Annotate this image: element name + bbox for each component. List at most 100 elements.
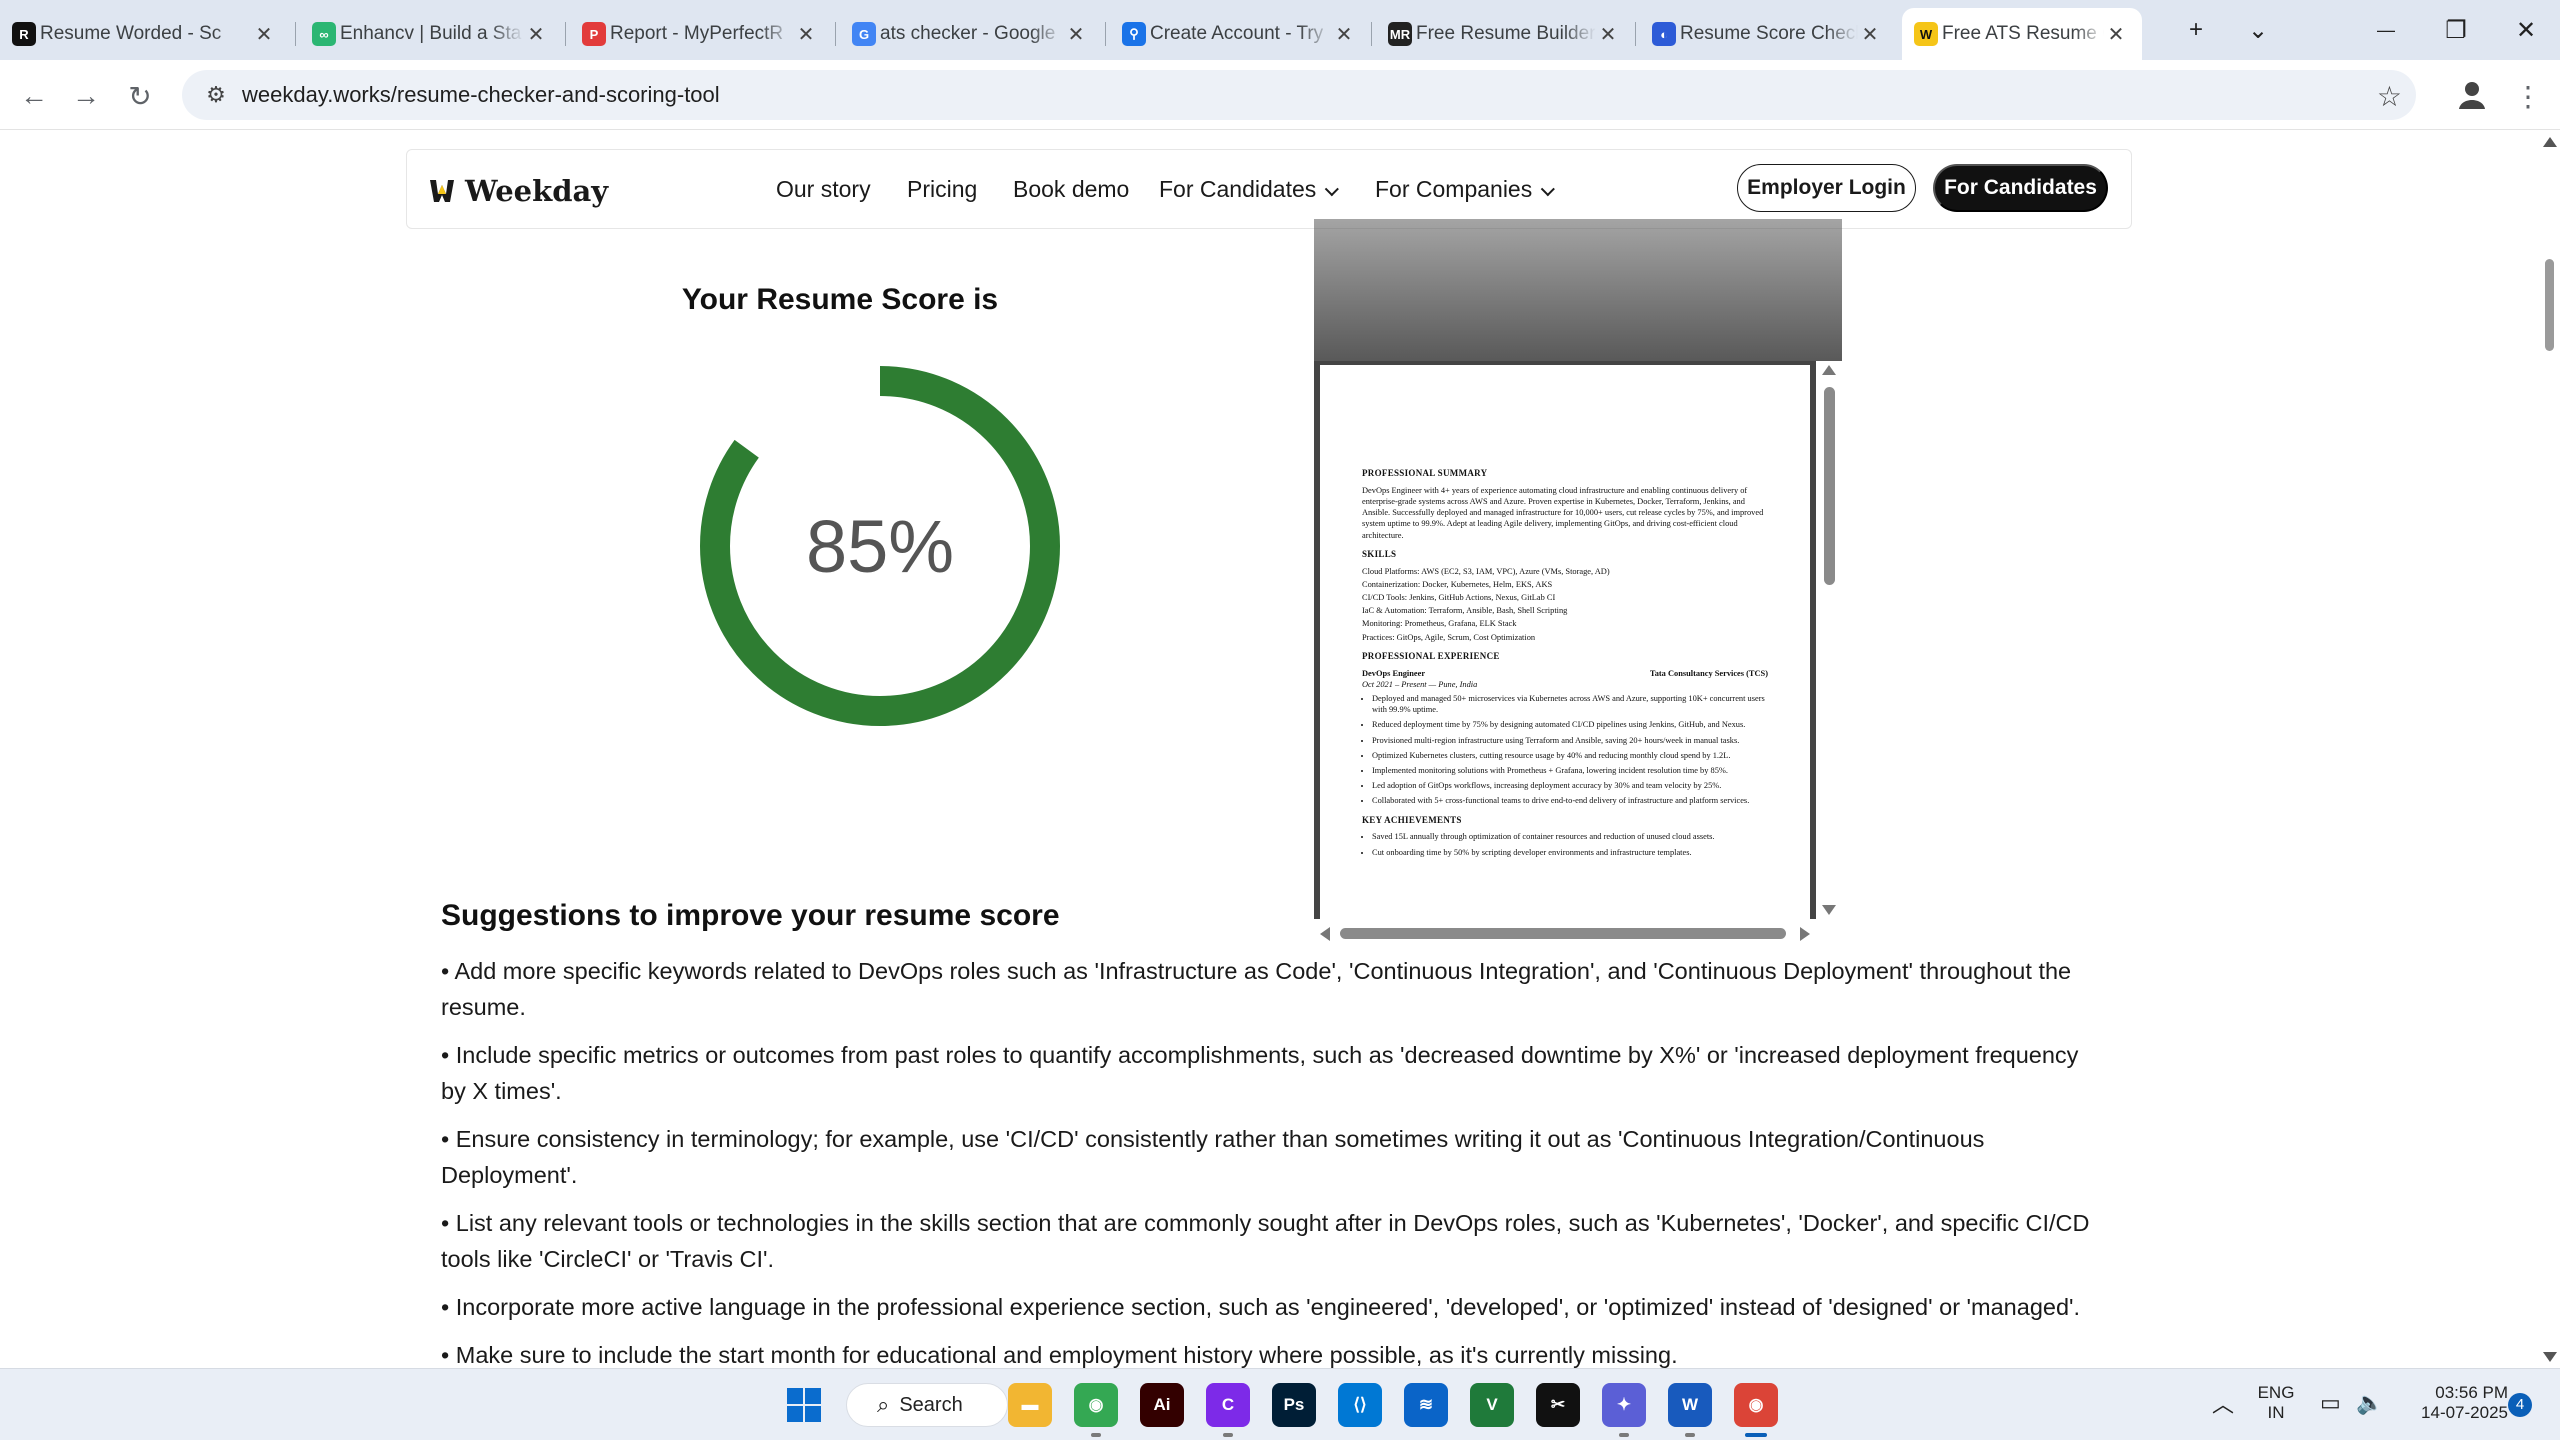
suggestions-list: • Add more specific keywords related to … xyxy=(441,953,2540,1368)
browser-tab[interactable]: R Resume Worded - Sc ✕ xyxy=(0,8,290,60)
reload-icon[interactable]: ↻ xyxy=(120,76,160,116)
scroll-up-arrow-icon[interactable] xyxy=(1822,365,1836,375)
tab-title: Free ATS Resume Ch xyxy=(1942,23,2104,44)
network-icon[interactable]: ▭ xyxy=(2320,1392,2341,1414)
copilot-icon[interactable]: ✦ xyxy=(1602,1383,1646,1427)
tab-favicon-icon: W xyxy=(1914,22,1938,46)
notification-badge[interactable]: 4 xyxy=(2508,1393,2532,1417)
preview-horizontal-scrollbar[interactable] xyxy=(1314,919,1816,947)
running-indicator xyxy=(1685,1433,1695,1437)
resume-achievements-list: Saved 15L annually through optimization … xyxy=(1362,831,1768,857)
tab-close-icon[interactable]: ✕ xyxy=(1332,22,1356,47)
chrome-active-icon[interactable]: ◉ xyxy=(1734,1383,1778,1427)
suggestion-item: • List any relevant tools or technologie… xyxy=(441,1210,2090,1272)
resume-skill-line: Containerization: Docker, Kubernetes, He… xyxy=(1362,579,1553,589)
nav-pricing[interactable]: Pricing xyxy=(907,176,977,203)
resume-skills-heading: SKILLS xyxy=(1362,548,1397,559)
tab-close-icon[interactable]: ✕ xyxy=(524,22,548,47)
tab-close-icon[interactable]: ✕ xyxy=(794,22,818,47)
azure-data-studio-icon[interactable]: ≋ xyxy=(1404,1383,1448,1427)
bookmark-star-icon[interactable]: ☆ xyxy=(2377,80,2402,113)
tab-close-icon[interactable]: ✕ xyxy=(1858,22,1882,47)
tab-title: Resume Score Check xyxy=(1680,23,1858,44)
browser-tab[interactable]: ∞ Enhancv | Build a Sta ✕ xyxy=(300,8,562,60)
site-settings-icon[interactable]: ⚙ xyxy=(194,82,238,108)
employer-login-button[interactable]: Employer Login xyxy=(1737,164,1916,212)
scroll-up-arrow-icon[interactable] xyxy=(2543,137,2557,147)
nav-for-companies[interactable]: For Companies xyxy=(1375,176,1556,203)
forward-icon[interactable]: → xyxy=(66,76,106,116)
browser-tab[interactable]: MR Free Resume Builder ✕ xyxy=(1376,8,1634,60)
tab-close-icon[interactable]: ✕ xyxy=(2104,22,2128,47)
address-bar[interactable]: ⚙ weekday.works/resume-checker-and-scori… xyxy=(182,70,2416,120)
suggestion-item: • Ensure consistency in terminology; for… xyxy=(441,1126,1985,1188)
tab-separator xyxy=(1635,22,1636,46)
profile-avatar[interactable] xyxy=(2452,74,2492,114)
nav-our-story[interactable]: Our story xyxy=(776,176,871,203)
scroll-thumb[interactable] xyxy=(1824,387,1835,585)
windows-start-icon[interactable] xyxy=(782,1383,826,1427)
back-icon[interactable]: ← xyxy=(14,76,54,116)
scroll-thumb[interactable] xyxy=(2545,259,2554,351)
for-candidates-button[interactable]: For Candidates xyxy=(1933,164,2108,212)
url-text[interactable]: weekday.works/resume-checker-and-scoring… xyxy=(242,82,720,108)
vim-icon[interactable]: V xyxy=(1470,1383,1514,1427)
scroll-down-arrow-icon[interactable] xyxy=(1822,905,1836,915)
photoshop-icon[interactable]: Ps xyxy=(1272,1383,1316,1427)
close-window-icon[interactable]: ✕ xyxy=(2496,8,2556,52)
scroll-thumb[interactable] xyxy=(1340,928,1786,939)
search-icon: ⌕ xyxy=(877,1392,890,1417)
word-icon[interactable]: W xyxy=(1668,1383,1712,1427)
browser-tab[interactable]: ⚲ Create Account - Try ✕ xyxy=(1110,8,1370,60)
suggestion-item: • Make sure to include the start month f… xyxy=(441,1342,1678,1368)
tab-close-icon[interactable]: ✕ xyxy=(1064,22,1088,47)
browser-toolbar: ← → ↻ ⚙ weekday.works/resume-checker-and… xyxy=(0,60,2560,130)
browser-tab[interactable]: Gats checker - Google ✕ xyxy=(840,8,1102,60)
preview-overlay xyxy=(1314,219,1842,361)
taskbar-search[interactable]: ⌕ Search xyxy=(846,1383,1008,1427)
chrome-icon[interactable]: ◉ xyxy=(1074,1383,1118,1427)
resume-achievement: Saved 15L annually through optimization … xyxy=(1372,831,1768,842)
language-indicator[interactable]: ENG IN xyxy=(2254,1383,2298,1423)
taskbar-search-label: Search xyxy=(899,1393,963,1416)
canva-icon[interactable]: C xyxy=(1206,1383,1250,1427)
browser-menu-icon[interactable]: ⋮ xyxy=(2508,76,2548,116)
browser-tab[interactable]: WFree ATS Resume Ch✕ xyxy=(1902,8,2142,60)
scroll-left-arrow-icon[interactable] xyxy=(1320,927,1330,941)
tab-separator xyxy=(1105,22,1106,46)
new-tab-icon[interactable]: + xyxy=(2166,8,2226,52)
clock[interactable]: 03:56 PM 14-07-2025 xyxy=(2384,1383,2508,1423)
tab-title: Free Resume Builder xyxy=(1416,23,1596,44)
tab-separator xyxy=(565,22,566,46)
page-scrollbar[interactable] xyxy=(2540,131,2560,1368)
illustrator-icon[interactable]: Ai xyxy=(1140,1383,1184,1427)
scroll-right-arrow-icon[interactable] xyxy=(1800,927,1810,941)
restore-window-icon[interactable]: ❐ xyxy=(2426,8,2486,52)
nav-book-demo[interactable]: Book demo xyxy=(1013,176,1129,203)
tab-close-icon[interactable]: ✕ xyxy=(1596,22,1620,47)
nav-for-candidates[interactable]: For Candidates xyxy=(1159,176,1340,203)
capcut-icon[interactable]: ✂ xyxy=(1536,1383,1580,1427)
browser-tab[interactable]: P Report - MyPerfectR ✕ xyxy=(570,8,832,60)
tab-title: Enhancv | Build a Sta xyxy=(340,23,522,44)
tab-separator xyxy=(1371,22,1372,46)
resume-skill-line: CI/CD Tools: Jenkins, GitHub Actions, Ne… xyxy=(1362,593,1556,603)
tab-close-icon[interactable]: ✕ xyxy=(252,22,276,47)
vscode-icon[interactable]: ⟨⟩ xyxy=(1338,1383,1382,1427)
minimize-window-icon[interactable]: — xyxy=(2356,8,2416,52)
running-indicator xyxy=(1091,1433,1101,1437)
tab-search-icon[interactable]: ⌄ xyxy=(2228,8,2288,52)
avatar-icon xyxy=(2459,82,2485,109)
scroll-down-arrow-icon[interactable] xyxy=(2543,1352,2557,1362)
preview-vertical-scrollbar[interactable] xyxy=(1816,361,1842,919)
resume-achievement: Cut onboarding time by 50% by scripting … xyxy=(1372,847,1768,858)
weekday-logo[interactable]: Weekday xyxy=(429,174,608,208)
volume-icon[interactable]: 🔈 xyxy=(2356,1392,2383,1414)
resume-skill-line: IaC & Automation: Terraform, Ansible, Ba… xyxy=(1362,606,1568,616)
nav-for-candidates-label: For Candidates xyxy=(1159,176,1317,202)
show-hidden-icons-icon[interactable]: ︿ xyxy=(2212,1394,2234,1416)
resume-company: Tata Consultancy Services (TCS) xyxy=(1649,668,1768,678)
browser-tab[interactable]: ◐ Resume Score Check ✕ xyxy=(1640,8,1896,60)
tab-favicon-icon: R xyxy=(12,22,36,46)
file-explorer-icon[interactable]: ▬ xyxy=(1008,1383,1052,1427)
